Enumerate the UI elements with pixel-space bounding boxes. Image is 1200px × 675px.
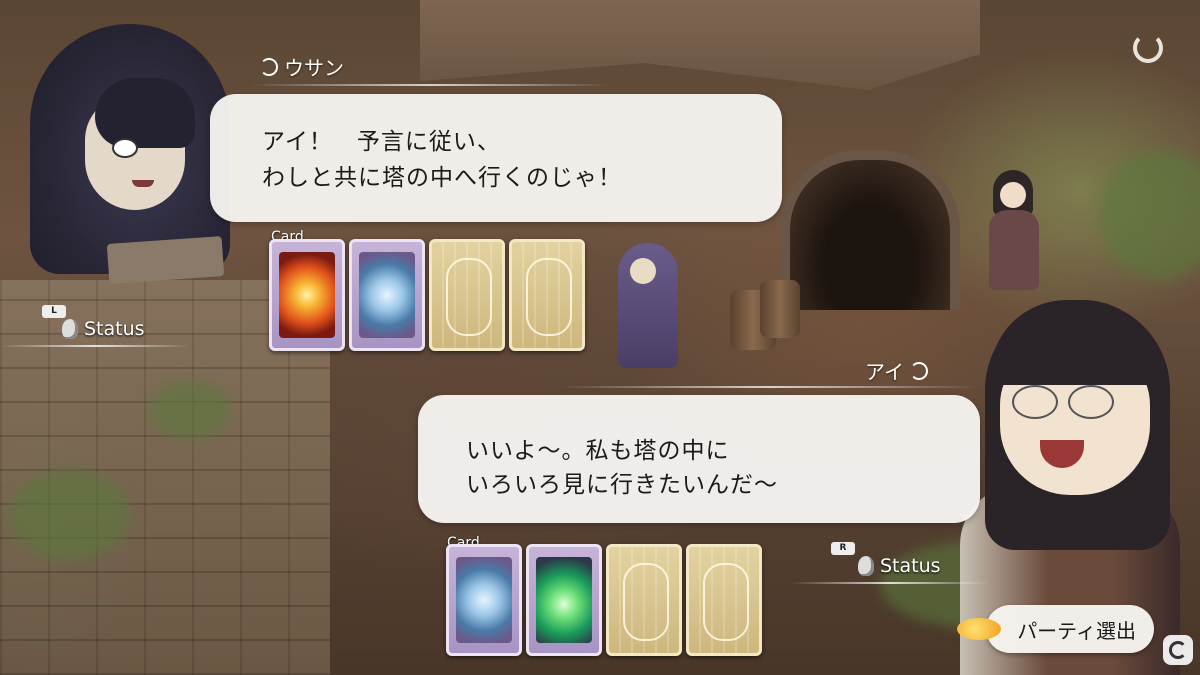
leaf-card-icon [536,557,592,643]
speaker-marker-icon [260,57,278,76]
speaker2-dialogue-box[interactable]: いいよ～。私も塔の中に いろいろ見に行きたいんだ～ [418,395,980,523]
usan-mouth [132,180,154,187]
ai-field-sprite [985,170,1045,300]
status-divider [790,582,990,584]
l-button-icon: L [42,305,66,318]
hand-card[interactable] [526,544,602,656]
party-select-button[interactable]: パーティ選出 [986,605,1154,653]
fire-card-icon [279,252,335,338]
dialogue-line: わしと共に塔の中へ行くのじゃ！ [262,165,622,191]
ai-glasses-right [1068,385,1114,419]
hand-card[interactable] [269,239,345,351]
undo-arrow-icon[interactable] [1133,33,1163,63]
speaker2-nameplate: アイ [865,356,928,385]
r-button-icon: R [831,542,855,555]
status-label: Status [84,318,145,340]
hand-card[interactable] [349,239,425,351]
speaker-marker-icon [910,361,928,380]
card-back[interactable] [606,544,682,656]
usan-eye [112,138,138,158]
moss-patch [1100,150,1200,280]
hand-card[interactable] [446,544,522,656]
water-card-icon [456,557,512,643]
goldfish-icon [957,618,1001,640]
card-ornament [623,563,669,641]
rock-ceiling [420,0,980,90]
usan-hair [95,78,195,148]
speaker1-dialogue-box[interactable]: アイ！ 予言に従い、 わしと共に塔の中へ行くのじゃ！ [210,94,782,222]
card-back[interactable] [509,239,585,351]
status-icon [62,319,78,339]
card-ornament [703,563,749,641]
nameplate-divider [560,386,980,388]
water-card-icon [359,252,415,338]
usan-book [106,236,225,284]
moss-patch [150,380,230,440]
site-logo-icon [1163,635,1193,665]
ai-glasses-left [1012,385,1058,419]
status-label: Status [880,555,941,577]
tower-doorway [780,150,960,310]
status-divider [0,345,190,347]
speaker2-name: アイ [865,360,904,384]
card-back[interactable] [686,544,762,656]
moss-patch [10,470,130,560]
party-select-label: パーティ選出 [1017,618,1136,643]
speaker2-status-button[interactable]: Status [858,555,941,577]
dialogue-line: アイ！ 予言に従い、 [262,129,501,155]
dialogue-line: いいよ～。私も塔の中に [466,438,730,464]
speaker1-name: ウサン [284,56,344,80]
speaker1-status-button[interactable]: Status [62,318,145,340]
card-back[interactable] [429,239,505,351]
speaker1-nameplate: ウサン [260,52,344,81]
barrel [760,280,800,338]
nameplate-divider [250,84,610,86]
status-icon [858,556,874,576]
dialogue-line: いろいろ見に行きたいんだ～ [466,472,778,498]
card-ornament [446,258,492,336]
card-ornament [526,258,572,336]
